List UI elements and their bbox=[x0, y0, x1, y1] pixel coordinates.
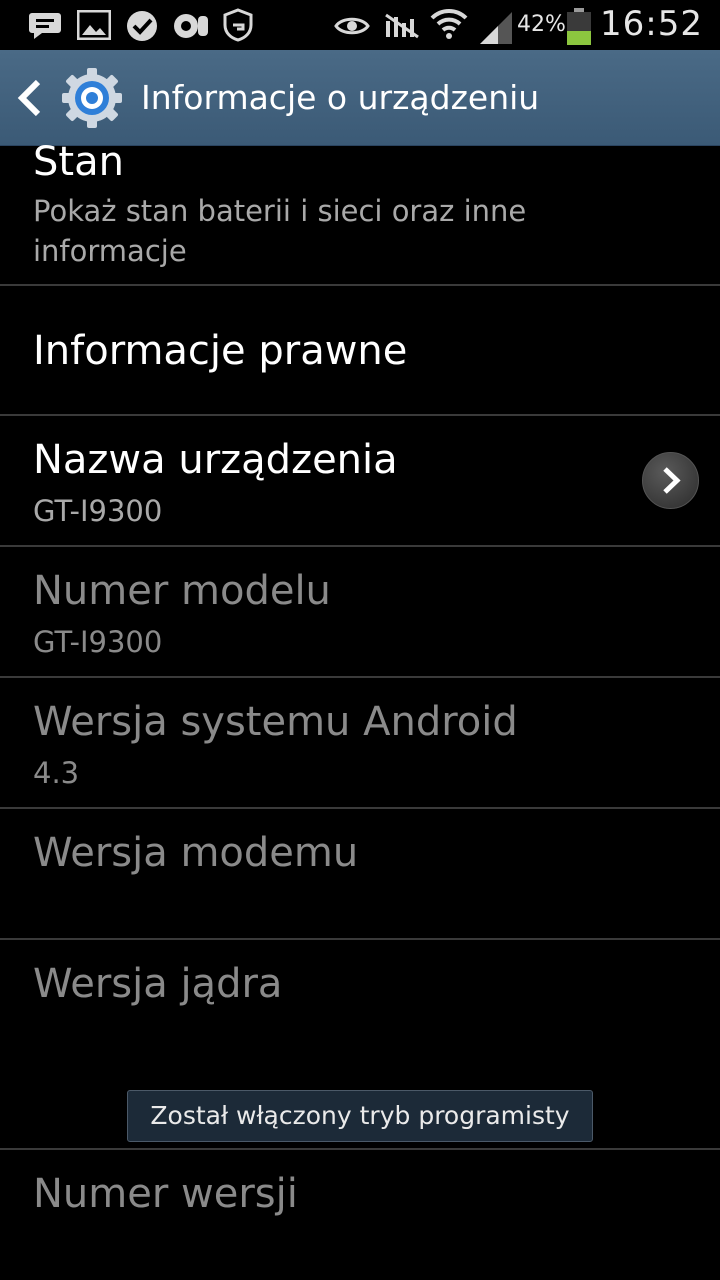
message-icon bbox=[28, 9, 62, 45]
list-item-title: Wersja systemu Android bbox=[33, 699, 518, 745]
battery-icon bbox=[566, 8, 592, 50]
back-icon[interactable] bbox=[16, 79, 42, 120]
image-icon bbox=[76, 9, 112, 44]
status-bar: 42% 16:52 bbox=[0, 0, 720, 50]
chevron-right-button[interactable] bbox=[642, 452, 699, 509]
action-bar: Informacje o urządzeniu bbox=[0, 50, 720, 146]
clock: 16:52 bbox=[600, 4, 703, 44]
no-signal-icon bbox=[382, 11, 422, 45]
list-item-title: Numer modelu bbox=[33, 568, 331, 614]
list-item-model-number: Numer modelu GT-I9300 bbox=[0, 547, 720, 678]
list-item-subtitle: GT-I9300 bbox=[33, 494, 163, 528]
settings-gear-icon[interactable] bbox=[60, 66, 124, 134]
battery-percent: 42% bbox=[517, 12, 566, 37]
toast-message: Został włączony tryb programisty bbox=[127, 1090, 593, 1142]
list-item-subtitle: informacje bbox=[33, 234, 187, 268]
list-item-subtitle: 4.3 bbox=[33, 756, 80, 790]
list-item-subtitle: GT-I9300 bbox=[33, 625, 163, 659]
eye-icon bbox=[334, 14, 370, 42]
list-item-title: Stan bbox=[33, 139, 124, 185]
chevron-right-icon bbox=[663, 467, 681, 494]
shield-icon bbox=[222, 8, 254, 46]
page-title: Informacje o urządzeniu bbox=[141, 78, 540, 117]
list-item-title: Wersja modemu bbox=[33, 830, 359, 876]
list-item-android-version[interactable]: Wersja systemu Android 4.3 bbox=[0, 678, 720, 809]
check-icon bbox=[125, 9, 159, 47]
list-item-stan[interactable]: Stan Pokaż stan baterii i sieci oraz inn… bbox=[0, 139, 720, 286]
list-item-build-number[interactable]: Numer wersji bbox=[0, 1150, 720, 1278]
list-item-legal[interactable]: Informacje prawne bbox=[0, 286, 720, 416]
list-item-title: Numer wersji bbox=[33, 1171, 298, 1217]
wifi-icon bbox=[430, 6, 468, 46]
list-item-title: Wersja jądra bbox=[33, 961, 283, 1007]
list-item-device-name[interactable]: Nazwa urządzenia GT-I9300 bbox=[0, 416, 720, 547]
list-item-title: Nazwa urządzenia bbox=[33, 437, 398, 483]
list-item-title: Informacje prawne bbox=[33, 328, 408, 374]
signal-icon bbox=[478, 10, 514, 48]
list-item-subtitle: Pokaż stan baterii i sieci oraz inne bbox=[33, 194, 527, 228]
list-item-modem-version: Wersja modemu bbox=[0, 809, 720, 940]
voicemail-icon bbox=[172, 10, 212, 46]
